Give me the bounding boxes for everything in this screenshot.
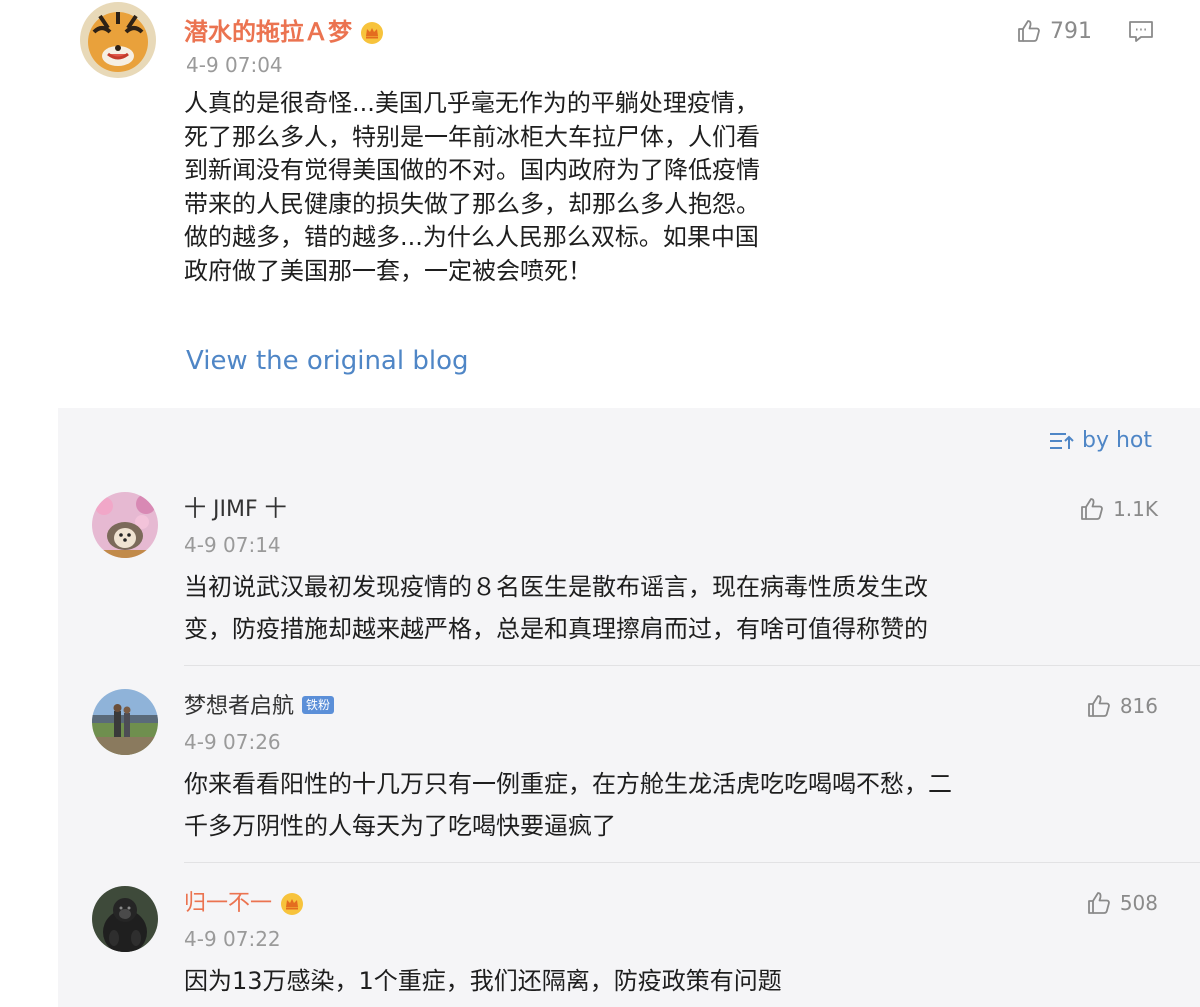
avatar[interactable]	[92, 492, 158, 558]
like-count: 1.1K	[1113, 497, 1158, 521]
username[interactable]: 十 JIMF 十	[184, 491, 287, 523]
username-text[interactable]: 归一不一	[184, 891, 272, 916]
tiger-avatar-image	[80, 2, 156, 78]
fan-badge: 铁粉	[302, 696, 335, 714]
reply-item: 十 JIMF 十 4-9 07:14 1.1K 当初说武汉最初发现疫情的８名医生…	[58, 490, 1200, 676]
username[interactable]: 潜水的拖拉Ａ梦	[184, 12, 384, 47]
reply-line: 变，防疫措施却越来越严格，总是和真理擦肩而过，有啥可值得称赞的	[184, 615, 928, 643]
comment-line: 做的越多，错的越多...为什么人民那么双标。如果中国	[184, 223, 759, 251]
comment-line: 到新闻没有觉得美国做的不对。国内政府为了降低疫情	[184, 156, 760, 184]
replies-panel: by hot 十 JIMF 十 4-9 07:14 1.1K 当初说武汉最初发现…	[58, 408, 1200, 1007]
sort-icon	[1049, 432, 1074, 449]
reply-line: 千多万阴性的人每天为了吃喝快要逼疯了	[184, 812, 616, 840]
reply-line: 当初说武汉最初发现疫情的８名医生是散布谣言，现在病毒性质发生改	[184, 573, 928, 601]
comment-icon[interactable]	[1128, 20, 1154, 44]
thumbs-up-icon	[1087, 695, 1110, 717]
reply-item: 梦想者启航 铁粉 4-9 07:26 816 你来看看阳性的十几万只有一例重症，在…	[58, 687, 1200, 873]
divider	[184, 862, 1200, 863]
gorilla-avatar-image	[92, 886, 158, 952]
landscape-avatar-image	[92, 689, 158, 755]
main-comment: 潜水的拖拉Ａ梦 4-9 07:04 791 人真的是很奇怪...美国几乎毫无作为…	[0, 0, 1200, 408]
reply-item: 归一不一 4-9 07:22 508 因为13万感染，1个重症，我们还隔离，防疫…	[58, 884, 1200, 1007]
reply-line: 因为13万感染，1个重症，我们还隔离，防疫政策有问题	[184, 967, 782, 995]
like-button[interactable]: 508	[1086, 890, 1158, 916]
sort-label: by hot	[1081, 428, 1152, 453]
reply-body: 因为13万感染，1个重症，我们还隔离，防疫政策有问题	[184, 960, 1144, 1002]
username[interactable]: 归一不一	[184, 885, 304, 917]
like-button[interactable]: 816	[1086, 693, 1158, 719]
divider	[184, 665, 1200, 666]
thumbs-up-icon	[1018, 20, 1040, 42]
vip-crown-icon	[361, 22, 383, 44]
avatar[interactable]	[92, 886, 158, 952]
like-count: 816	[1119, 694, 1158, 718]
timestamp: 4-9 07:26	[184, 730, 281, 754]
username-text[interactable]: 潜水的拖拉Ａ梦	[184, 18, 352, 46]
view-original-blog-link[interactable]: View the original blog	[186, 346, 468, 376]
like-button[interactable]: 1.1K	[1079, 496, 1158, 522]
reply-body: 你来看看阳性的十几万只有一例重症，在方舱生龙活虎吃吃喝喝不愁，二 千多万阴性的人…	[184, 763, 1144, 847]
username-text[interactable]: 梦想者启航	[184, 694, 294, 719]
hedgehog-avatar-image	[92, 492, 158, 558]
comment-line: 政府做了美国那一套，一定被会喷死！	[184, 256, 592, 285]
like-count: 791	[1050, 18, 1092, 44]
reply-body: 当初说武汉最初发现疫情的８名医生是散布谣言，现在病毒性质发生改 变，防疫措施却越…	[184, 566, 1144, 650]
comment-line: 人真的是很奇怪...美国几乎毫无作为的平躺处理疫情，	[184, 89, 759, 117]
like-count: 508	[1119, 891, 1158, 915]
avatar[interactable]	[80, 2, 156, 78]
timestamp: 4-9 07:22	[184, 927, 281, 951]
sort-by-hot-button[interactable]: by hot	[1048, 428, 1152, 453]
comment-line: 带来的人民健康的损失做了那么多，却那么多人抱怨。	[184, 189, 760, 218]
thumbs-up-icon	[1087, 892, 1110, 914]
like-button[interactable]: 791	[1016, 18, 1092, 44]
reply-line: 你来看看阳性的十几万只有一例重症，在方舱生龙活虎吃吃喝喝不愁，二	[184, 770, 952, 798]
timestamp: 4-9 07:14	[184, 533, 281, 557]
vip-crown-icon	[281, 893, 304, 915]
username[interactable]: 梦想者启航 铁粉	[184, 688, 335, 720]
comment-body: 人真的是很奇怪...美国几乎毫无作为的平躺处理疫情， 死了那么多人，特别是一年前…	[184, 87, 904, 288]
avatar[interactable]	[92, 689, 158, 755]
timestamp: 4-9 07:04	[186, 53, 283, 77]
comment-line: 死了那么多人，特别是一年前冰柜大车拉尸体，人们看	[184, 122, 760, 151]
thumbs-up-icon	[1081, 498, 1103, 520]
